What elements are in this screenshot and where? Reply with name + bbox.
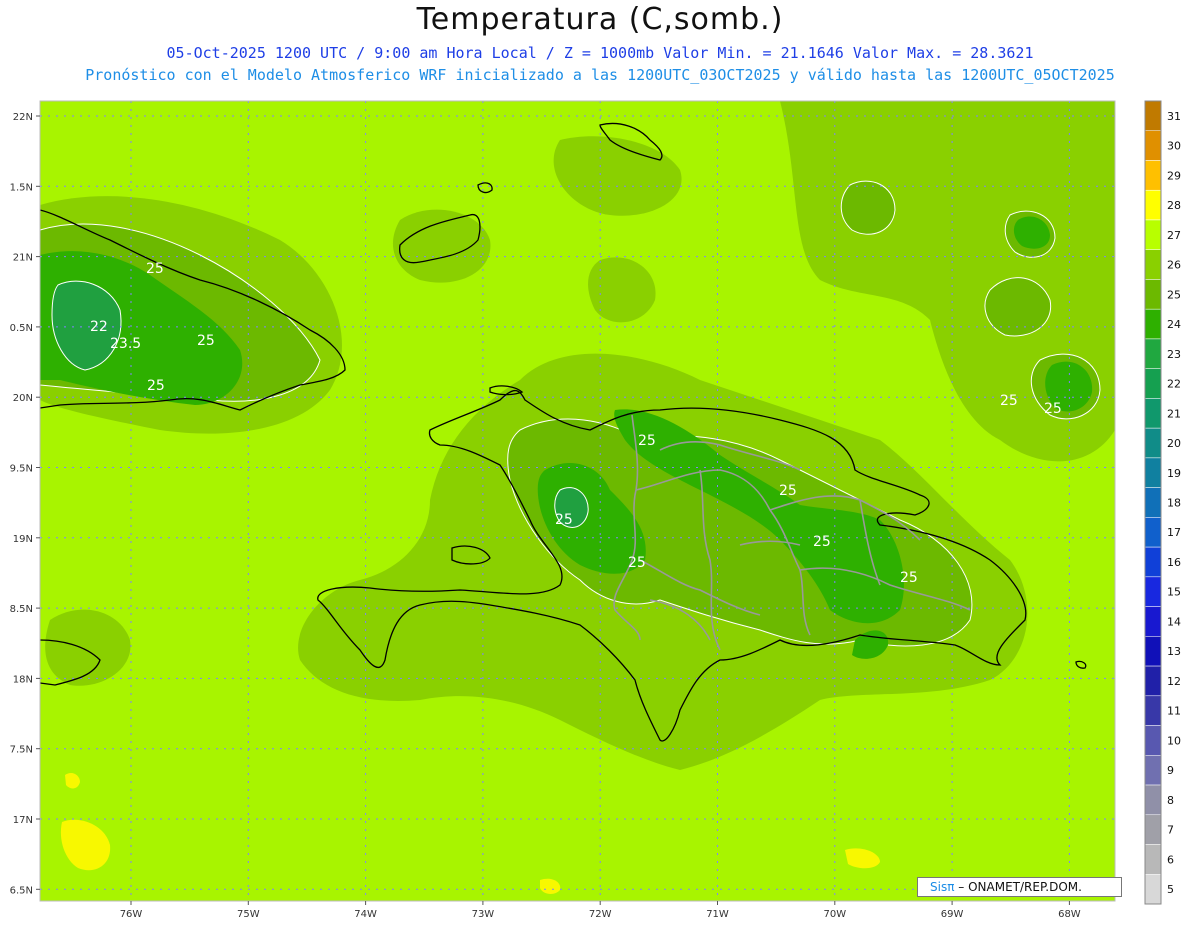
lat-tick-label: 9.5N — [10, 464, 33, 475]
colorbar-label: 6 — [1167, 853, 1174, 866]
lat-tick-label: 7.5N — [10, 745, 33, 756]
colorbar-label: 30 — [1167, 140, 1181, 153]
colorbar-swatch — [1144, 517, 1162, 548]
colorbar: 31 30 29 28 27 26 25 24 23 22 21 20 19 18 17 16 15 14 13 12… — [1144, 100, 1181, 905]
colorbar-swatch — [1144, 576, 1162, 607]
colorbar-label: 20 — [1167, 437, 1181, 450]
lon-tick-label: 69W — [941, 909, 964, 920]
temperature-field: 25 22 23.5 25 25 25 25 25 25 25 25 25 25 — [40, 101, 1115, 901]
colorbar-swatch — [1144, 130, 1162, 161]
colorbar-swatch — [1144, 279, 1162, 310]
colorbar-label: 10 — [1167, 734, 1181, 747]
colorbar-swatch — [1144, 487, 1162, 518]
colorbar-swatch — [1144, 249, 1162, 280]
lat-tick-label: 18N — [13, 674, 33, 685]
lat-tick-label: 8.5N — [10, 604, 33, 615]
colorbar-label: 24 — [1167, 318, 1181, 331]
colorbar-swatch — [1144, 636, 1162, 667]
lon-tick-label: 71W — [706, 909, 729, 920]
colorbar-swatch — [1144, 814, 1162, 845]
contour-label: 25 — [555, 512, 573, 528]
colorbar-label: 7 — [1167, 824, 1174, 837]
colorbar-swatch — [1144, 606, 1162, 637]
colorbar-label: 11 — [1167, 705, 1181, 718]
lon-tick-label: 75W — [237, 909, 260, 920]
colorbar-label: 27 — [1167, 229, 1181, 242]
contour-label: 25 — [900, 570, 918, 586]
colorbar-label: 9 — [1167, 764, 1174, 777]
lon-tick-label: 74W — [354, 909, 377, 920]
colorbar-label: 26 — [1167, 259, 1181, 272]
colorbar-swatch — [1144, 398, 1162, 429]
colorbar-label: 16 — [1167, 556, 1181, 569]
contour-label: 23.5 — [110, 336, 141, 352]
lat-tick-label: 17N — [13, 815, 33, 826]
colorbar-label: 17 — [1167, 526, 1181, 539]
colorbar-swatch — [1144, 160, 1162, 191]
lon-tick-label: 72W — [589, 909, 612, 920]
lat-tick-label: 6.5N — [10, 885, 33, 896]
colorbar-swatch — [1144, 427, 1162, 459]
lat-tick-label: 22N — [13, 112, 33, 123]
colorbar-swatch — [1144, 755, 1162, 786]
colorbar-label: 19 — [1167, 467, 1181, 480]
colorbar-swatch — [1144, 100, 1162, 131]
lon-tick-label: 73W — [472, 909, 495, 920]
contour-label: 25 — [779, 483, 797, 499]
colorbar-swatch — [1144, 874, 1162, 905]
credit-text: – ONAMET/REP.DOM. — [958, 880, 1082, 894]
colorbar-swatch — [1144, 784, 1162, 816]
contour-label: 25 — [146, 261, 164, 277]
lon-tick-label: 68W — [1058, 909, 1081, 920]
colorbar-label: 23 — [1167, 348, 1181, 361]
lat-tick-label: 19N — [13, 534, 33, 545]
colorbar-swatch — [1144, 546, 1162, 578]
lat-tick-label: 0.5N — [10, 323, 33, 334]
lat-tick-label: 21N — [13, 253, 33, 264]
contour-label: 25 — [638, 433, 656, 449]
valid-time-line: 05-Oct-2025 1200 UTC / 9:00 am Hora Loca… — [166, 44, 1034, 62]
colorbar-label: 15 — [1167, 586, 1181, 599]
colorbar-label: 25 — [1167, 288, 1181, 301]
lat-tick-label: 1.5N — [10, 182, 33, 193]
colorbar-swatch — [1144, 189, 1162, 221]
colorbar-label: 29 — [1167, 169, 1181, 182]
lon-tick-label: 76W — [120, 909, 143, 920]
lat-tick-label: 20N — [13, 393, 33, 404]
colorbar-swatch — [1144, 665, 1162, 697]
colorbar-label: 21 — [1167, 407, 1181, 420]
longitude-axis: 76W 75W 74W 73W 72W 71W 70W 69W 68W — [120, 901, 1081, 920]
colorbar-swatch — [1144, 308, 1162, 340]
colorbar-label: 12 — [1167, 675, 1181, 688]
forecast-info-line: Pronóstico con el Modelo Atmosferico WRF… — [85, 66, 1115, 84]
colorbar-swatch — [1144, 695, 1162, 726]
colorbar-label: 5 — [1167, 883, 1174, 896]
colorbar-swatch — [1144, 219, 1162, 250]
contour-label: 25 — [628, 555, 646, 571]
credit-box: Sisπ – ONAMET/REP.DOM. — [917, 877, 1122, 897]
contour-label: 25 — [147, 378, 165, 394]
colorbar-swatch — [1144, 725, 1162, 756]
colorbar-label: 14 — [1167, 615, 1181, 628]
contour-label: 25 — [197, 333, 215, 349]
colorbar-swatch — [1144, 844, 1162, 875]
colorbar-label: 28 — [1167, 199, 1181, 212]
colorbar-label: 22 — [1167, 378, 1181, 391]
colorbar-label: 13 — [1167, 645, 1181, 658]
colorbar-label: 8 — [1167, 794, 1174, 807]
forecast-map: 25 22 23.5 25 25 25 25 25 25 25 25 25 25… — [10, 100, 1181, 920]
colorbar-swatch — [1144, 338, 1162, 369]
sispi-logo: Sisπ — [930, 880, 955, 894]
colorbar-label: 31 — [1167, 110, 1181, 123]
contour-label: 25 — [1044, 401, 1062, 417]
contour-label: 22 — [90, 319, 108, 335]
colorbar-swatch — [1144, 368, 1162, 399]
map-title: Temperatura (C,somb.) — [416, 2, 784, 37]
contour-label: 25 — [1000, 393, 1018, 409]
lon-tick-label: 70W — [823, 909, 846, 920]
contour-label: 25 — [813, 534, 831, 550]
colorbar-label: 18 — [1167, 497, 1181, 510]
colorbar-swatch — [1144, 457, 1162, 488]
latitude-axis: 22N 1.5N 21N 0.5N 20N 9.5N 19N 8.5N 18N 7.5N 17N 6.… — [10, 112, 40, 896]
